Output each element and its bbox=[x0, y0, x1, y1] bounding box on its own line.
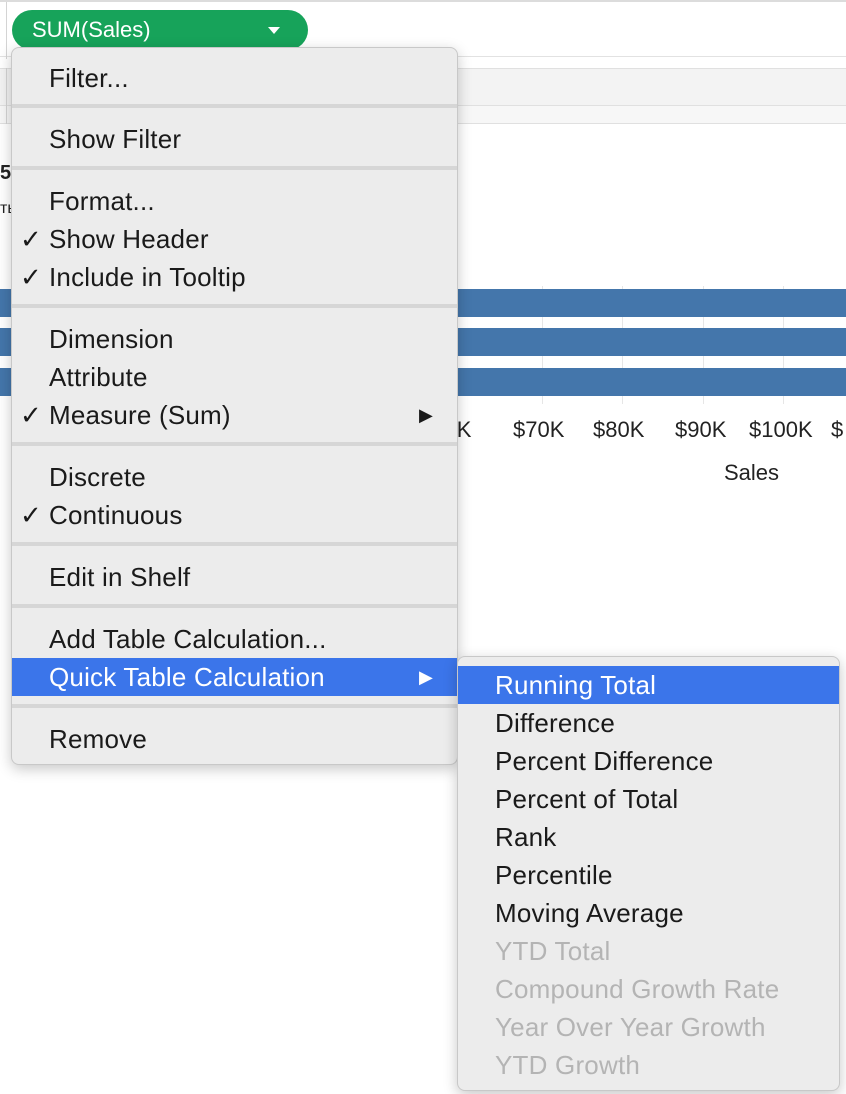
submenu-item-percent-of-total[interactable]: Percent of Total bbox=[458, 780, 839, 818]
submenu-arrow-icon: ▶ bbox=[418, 405, 433, 425]
submenu-item-label: Compound Growth Rate bbox=[495, 974, 780, 1004]
menu-separator bbox=[12, 542, 457, 546]
chevron-down-icon[interactable] bbox=[268, 27, 280, 34]
menu-item-label: Quick Table Calculation bbox=[49, 662, 325, 692]
submenu-item-percentile[interactable]: Percentile bbox=[458, 856, 839, 894]
menu-item-label: Include in Tooltip bbox=[49, 262, 246, 292]
checkmark-icon: ✓ bbox=[20, 400, 42, 430]
submenu-item-running-total[interactable]: Running Total bbox=[458, 666, 839, 704]
submenu-item-rank[interactable]: Rank bbox=[458, 818, 839, 856]
shelf-divider-left bbox=[6, 68, 7, 124]
menu-item-attribute[interactable]: Attribute bbox=[12, 358, 457, 396]
menu-item-include-in-tooltip[interactable]: ✓ Include in Tooltip bbox=[12, 258, 457, 296]
submenu-item-label: YTD Total bbox=[495, 936, 611, 966]
submenu-item-label: Percentile bbox=[495, 860, 613, 890]
menu-separator bbox=[12, 442, 457, 446]
menu-separator bbox=[12, 166, 457, 170]
menu-separator bbox=[12, 704, 457, 708]
submenu-arrow-icon: ▶ bbox=[418, 667, 433, 687]
submenu-item-year-over-year-growth: Year Over Year Growth bbox=[458, 1008, 839, 1046]
menu-item-continuous[interactable]: ✓ Continuous bbox=[12, 496, 457, 534]
menu-separator bbox=[12, 304, 457, 308]
axis-title: Sales bbox=[724, 460, 780, 485]
quick-table-calculation-submenu: Running Total Difference Percent Differe… bbox=[457, 656, 840, 1091]
menu-item-dimension[interactable]: Dimension bbox=[12, 320, 457, 358]
menu-item-label: Edit in Shelf bbox=[49, 562, 191, 592]
pill-label: SUM(Sales) bbox=[32, 17, 151, 42]
menu-item-label: Discrete bbox=[49, 462, 146, 492]
submenu-item-moving-average[interactable]: Moving Average bbox=[458, 894, 839, 932]
menu-item-quick-table-calculation[interactable]: Quick Table Calculation ▶ bbox=[12, 658, 457, 696]
submenu-item-label: Percent Difference bbox=[495, 746, 714, 776]
submenu-item-label: Difference bbox=[495, 708, 616, 738]
menu-item-show-header[interactable]: ✓ Show Header bbox=[12, 220, 457, 258]
axis-tick-label: $80K bbox=[593, 417, 645, 442]
menu-item-label: Continuous bbox=[49, 500, 183, 530]
submenu-item-percent-difference[interactable]: Percent Difference bbox=[458, 742, 839, 780]
menu-item-label: Show Header bbox=[49, 224, 209, 254]
menu-item-add-table-calculation[interactable]: Add Table Calculation... bbox=[12, 620, 457, 658]
menu-separator bbox=[12, 104, 457, 108]
menu-item-label: Format... bbox=[49, 186, 155, 216]
submenu-item-label: Rank bbox=[495, 822, 557, 852]
menu-item-show-filter[interactable]: Show Filter bbox=[12, 120, 457, 158]
checkmark-icon: ✓ bbox=[20, 262, 42, 292]
checkmark-icon: ✓ bbox=[20, 500, 42, 530]
submenu-item-ytd-total: YTD Total bbox=[458, 932, 839, 970]
axis-tick-label: $90K bbox=[675, 417, 727, 442]
submenu-item-label: Moving Average bbox=[495, 898, 684, 928]
menu-item-label: Add Table Calculation... bbox=[49, 624, 327, 654]
axis-tick-label: $100K bbox=[749, 417, 813, 442]
submenu-item-label: Percent of Total bbox=[495, 784, 679, 814]
menu-item-measure-sum[interactable]: ✓ Measure (Sum) ▶ bbox=[12, 396, 457, 434]
checkmark-icon: ✓ bbox=[20, 224, 42, 254]
menu-item-filter[interactable]: Filter... bbox=[12, 59, 457, 97]
menu-separator bbox=[12, 604, 457, 608]
menu-item-label: Dimension bbox=[49, 324, 174, 354]
menu-item-label: Measure (Sum) bbox=[49, 400, 231, 430]
submenu-item-label: Year Over Year Growth bbox=[495, 1012, 766, 1042]
menu-item-label: Show Filter bbox=[49, 124, 182, 154]
menu-item-edit-in-shelf[interactable]: Edit in Shelf bbox=[12, 558, 457, 596]
submenu-item-difference[interactable]: Difference bbox=[458, 704, 839, 742]
pill-context-menu: Filter... Show Filter Format... ✓ Show He… bbox=[11, 47, 458, 765]
menu-item-format[interactable]: Format... bbox=[12, 182, 457, 220]
menu-item-remove[interactable]: Remove bbox=[12, 720, 457, 758]
menu-item-discrete[interactable]: Discrete bbox=[12, 458, 457, 496]
menu-item-label: Remove bbox=[49, 724, 148, 754]
shelf-divider bbox=[6, 2, 7, 59]
menu-item-label: Attribute bbox=[49, 362, 148, 392]
axis-tick-label: $70K bbox=[513, 417, 565, 442]
submenu-item-label: YTD Growth bbox=[495, 1050, 641, 1080]
axis-tick-label: $ bbox=[831, 417, 844, 442]
submenu-item-ytd-growth: YTD Growth bbox=[458, 1046, 839, 1084]
submenu-item-compound-growth-rate: Compound Growth Rate bbox=[458, 970, 839, 1008]
sum-sales-pill[interactable]: SUM(Sales) bbox=[12, 10, 308, 50]
menu-item-label: Filter... bbox=[49, 63, 129, 93]
submenu-item-label: Running Total bbox=[495, 670, 657, 700]
